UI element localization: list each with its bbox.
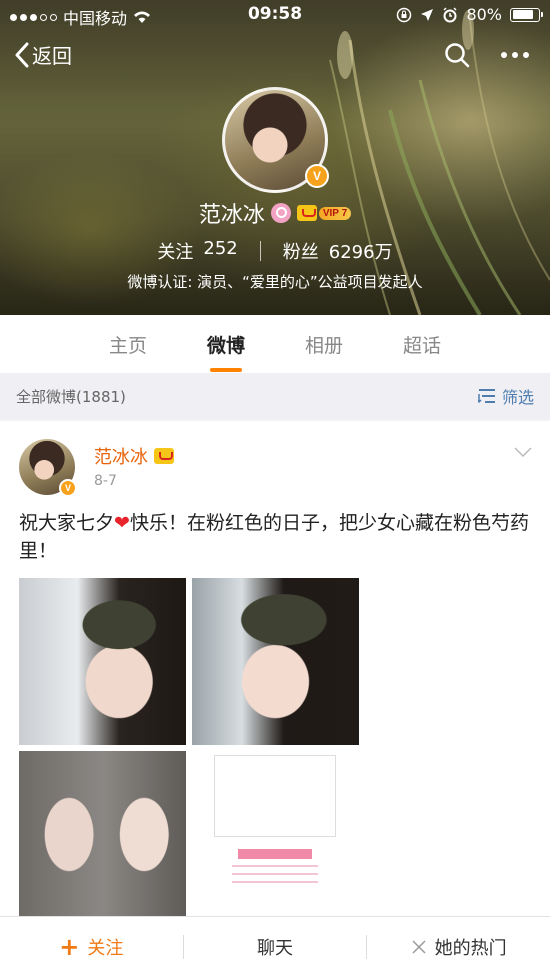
following-stat[interactable]: 关注 252 bbox=[157, 238, 237, 264]
follow-label: 关注 bbox=[87, 938, 124, 959]
tab-home[interactable]: 主页 bbox=[105, 331, 151, 358]
vip-level: VIP 7 bbox=[318, 206, 352, 220]
post-author-row: 范冰冰 bbox=[94, 443, 174, 469]
photo-pink-banner bbox=[238, 849, 312, 859]
filter-bar: 全部微博(1881) 筛选 bbox=[0, 373, 550, 419]
vip-crown-icon bbox=[154, 448, 174, 464]
post-text: 祝大家七夕❤快乐！在粉红色的日子，把少女心藏在粉色芍药里！ bbox=[19, 509, 531, 565]
followers-stat[interactable]: 粉丝 6296万 bbox=[283, 238, 393, 264]
profile-avatar[interactable]: V bbox=[222, 87, 329, 193]
following-count: 252 bbox=[203, 238, 238, 259]
post-photo[interactable] bbox=[19, 751, 186, 918]
photo-line bbox=[232, 881, 318, 883]
status-bar: 中国移动 09:58 80% bbox=[0, 0, 550, 30]
tab-super-topic[interactable]: 超话 bbox=[399, 331, 445, 358]
chat-button[interactable]: 聊天 bbox=[184, 934, 367, 960]
more-icon[interactable] bbox=[500, 51, 530, 59]
followers-label: 粉丝 bbox=[282, 242, 319, 263]
profile-name: 范冰冰 bbox=[198, 203, 265, 228]
post-photo[interactable] bbox=[192, 751, 359, 918]
heart-emoji: ❤ bbox=[114, 512, 130, 534]
lock-rotation-icon bbox=[397, 7, 412, 22]
post-text-start: 祝大家七夕 bbox=[19, 512, 115, 534]
battery-percent: 80% bbox=[466, 5, 502, 24]
following-label: 关注 bbox=[157, 242, 194, 263]
profile-name-row: 范冰冰 VIP 7 bbox=[0, 197, 550, 229]
profile-cover: 中国移动 09:58 80% 返回 V 范冰冰 VIP 7 关注 252 粉丝 … bbox=[0, 0, 550, 315]
chat-label: 聊天 bbox=[257, 938, 293, 959]
tab-album[interactable]: 相册 bbox=[301, 331, 347, 358]
post-date: 8-7 bbox=[94, 473, 117, 489]
search-icon[interactable] bbox=[444, 42, 470, 68]
photo-card-graphic bbox=[214, 755, 336, 837]
chevron-down-icon[interactable] bbox=[514, 447, 532, 457]
filter-icon bbox=[477, 389, 495, 404]
back-button[interactable]: 返回 bbox=[14, 40, 72, 69]
verified-icon: V bbox=[305, 164, 329, 188]
bottom-action-bar: + 关注 聊天 她的热门 bbox=[0, 916, 550, 977]
plus-icon: + bbox=[59, 933, 80, 961]
alarm-icon bbox=[443, 6, 457, 22]
filter-button[interactable]: 筛选 bbox=[477, 384, 534, 408]
stats-divider bbox=[259, 241, 261, 261]
profile-tabs: 主页 微博 相册 超话 bbox=[0, 315, 550, 373]
back-label: 返回 bbox=[32, 44, 72, 68]
back-chevron-icon bbox=[15, 42, 29, 67]
post-photos bbox=[19, 578, 359, 918]
hot-icon bbox=[412, 940, 426, 954]
all-posts-count[interactable]: 全部微博(1881) bbox=[16, 386, 126, 407]
navigation-bar: 返回 bbox=[0, 36, 550, 76]
battery-icon bbox=[510, 7, 543, 22]
vip-badge[interactable]: VIP 7 bbox=[296, 205, 352, 221]
super-topic-icon[interactable] bbox=[270, 203, 291, 223]
vip-crown-icon bbox=[296, 205, 317, 221]
hot-button[interactable]: 她的热门 bbox=[367, 934, 550, 960]
photo-line bbox=[232, 865, 318, 867]
filter-label: 筛选 bbox=[501, 388, 534, 407]
verified-icon: V bbox=[59, 479, 77, 497]
hot-label: 她的热门 bbox=[434, 938, 507, 959]
post-avatar[interactable]: V bbox=[19, 439, 77, 497]
verification-text: 微博认证: 演员、“爱里的心”公益项目发起人 bbox=[127, 273, 423, 291]
followers-count: 6296万 bbox=[328, 242, 393, 263]
post-author[interactable]: 范冰冰 bbox=[94, 443, 148, 469]
photo-line bbox=[232, 873, 318, 875]
follow-stats: 关注 252 粉丝 6296万 bbox=[0, 238, 550, 264]
post-photo[interactable] bbox=[192, 578, 359, 745]
tab-weibo[interactable]: 微博 bbox=[203, 331, 249, 372]
location-icon bbox=[421, 8, 434, 21]
post-photo[interactable] bbox=[19, 578, 186, 745]
follow-button[interactable]: + 关注 bbox=[0, 934, 183, 960]
post-card[interactable]: V 范冰冰 8-7 祝大家七夕❤快乐！在粉红色的日子，把少女心藏在粉色芍药里！ bbox=[0, 421, 550, 918]
